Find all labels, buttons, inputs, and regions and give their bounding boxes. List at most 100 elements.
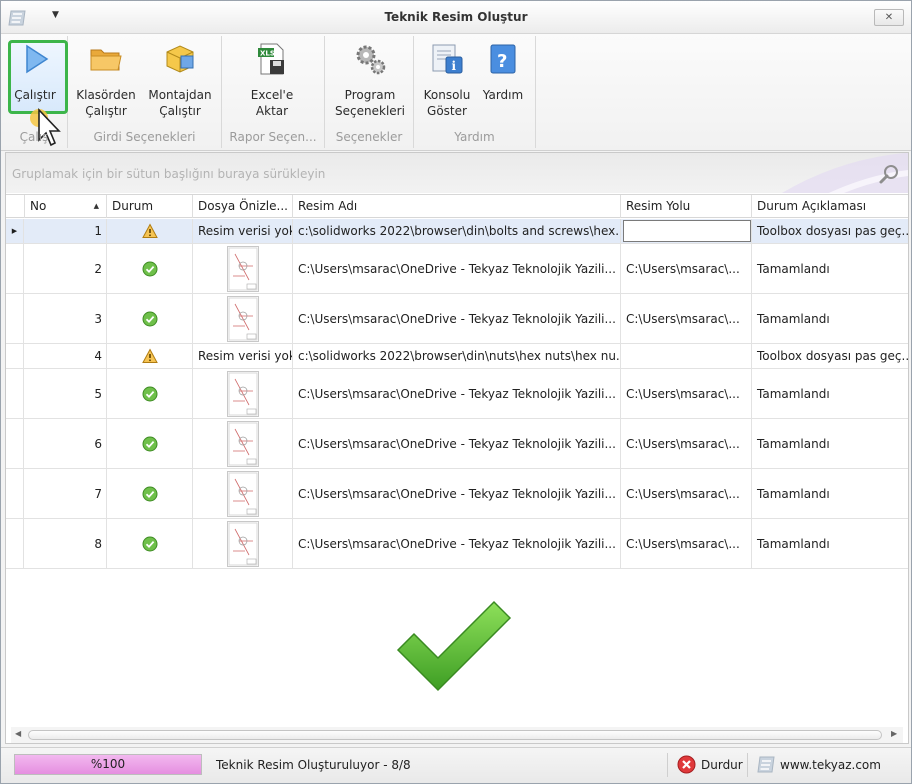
cell-drawing-name[interactable]: c:\solidworks 2022\browser\din\bolts and… (293, 219, 621, 243)
results-grid: Gruplamak için bir sütun başlığını buray… (5, 152, 909, 744)
row-indicator[interactable] (6, 244, 24, 293)
cell-status-description[interactable]: Tamamlandı (752, 419, 908, 468)
cell-status[interactable] (107, 369, 193, 418)
table-row[interactable]: 6 C:\Users\msarac\OneDrive - Tekyaz Tekno… (6, 419, 908, 469)
focused-cell-editor[interactable] (623, 220, 751, 242)
svg-text:XLS: XLS (260, 50, 275, 58)
cell-drawing-name[interactable]: C:\Users\msarac\OneDrive - Tekyaz Teknol… (293, 469, 621, 518)
cell-drawing-name[interactable]: c:\solidworks 2022\browser\din\nuts\hex … (293, 344, 621, 368)
title-bar: ▼ Teknik Resim Oluştur ✕ (1, 1, 911, 34)
drawing-thumbnail (226, 245, 259, 292)
cell-drawing-path[interactable]: C:\Users\msarac\... (621, 369, 752, 418)
cell-status-description[interactable]: Toolbox dosyası pas geç... (752, 344, 908, 368)
warning-icon (141, 223, 158, 238)
drawing-thumbnail (226, 420, 259, 467)
cell-status[interactable] (107, 244, 193, 293)
cell-status[interactable] (107, 344, 193, 368)
table-row[interactable]: 3 C:\Users\msarac\OneDrive - Tekyaz Tekno… (6, 294, 908, 344)
column-header-drawing-name[interactable]: Resim Adı (293, 195, 621, 218)
cell-drawing-name[interactable]: C:\Users\msarac\OneDrive - Tekyaz Teknol… (293, 369, 621, 418)
ribbon-group-label: Yardım (454, 130, 495, 144)
scrollbar-thumb[interactable] (28, 730, 882, 740)
row-indicator[interactable] (6, 469, 24, 518)
cell-no[interactable]: 3 (25, 294, 107, 343)
cell-status[interactable] (107, 469, 193, 518)
close-button[interactable]: ✕ (874, 9, 904, 26)
export-excel-button[interactable]: XLS Excel'e Aktar (236, 36, 308, 122)
cell-preview[interactable] (193, 469, 293, 518)
row-indicator[interactable] (6, 519, 24, 568)
column-header-status-description[interactable]: Durum Açıklaması (752, 195, 908, 218)
website-link[interactable]: www.tekyaz.com (780, 758, 881, 772)
cell-drawing-name[interactable]: C:\Users\msarac\OneDrive - Tekyaz Teknol… (293, 294, 621, 343)
cell-preview[interactable]: Resim verisi yok (193, 344, 293, 368)
row-indicator[interactable] (6, 294, 24, 343)
ribbon-group-label: Girdi Seçenekleri (93, 130, 196, 144)
column-header-preview[interactable]: Dosya Önizle... (193, 195, 293, 218)
help-icon: ? (490, 44, 516, 74)
cell-status-description[interactable]: Toolbox dosyası pas geç... (752, 219, 908, 243)
cell-preview[interactable]: Resim verisi yok (193, 219, 293, 243)
cell-no[interactable]: 5 (25, 369, 107, 418)
cell-drawing-path[interactable]: C:\Users\msarac\... (621, 294, 752, 343)
cell-drawing-name[interactable]: C:\Users\msarac\OneDrive - Tekyaz Teknol… (293, 244, 621, 293)
cell-status-description[interactable]: Tamamlandı (752, 294, 908, 343)
search-icon[interactable] (878, 163, 900, 185)
program-options-button[interactable]: Program Seçenekleri (329, 36, 411, 122)
stop-button[interactable]: Durdur (701, 758, 743, 772)
row-indicator[interactable] (6, 344, 24, 368)
success-check-icon (142, 386, 157, 401)
cell-drawing-name[interactable]: C:\Users\msarac\OneDrive - Tekyaz Teknol… (293, 519, 621, 568)
row-indicator[interactable] (6, 419, 24, 468)
cell-preview[interactable] (193, 419, 293, 468)
cell-drawing-path[interactable]: C:\Users\msarac\... (621, 469, 752, 518)
cell-preview[interactable] (193, 519, 293, 568)
cell-no[interactable]: 6 (25, 419, 107, 468)
cell-drawing-path[interactable] (621, 344, 752, 368)
cell-no[interactable]: 7 (25, 469, 107, 518)
cell-status-description[interactable]: Tamamlandı (752, 519, 908, 568)
cell-drawing-path[interactable]: C:\Users\msarac\... (621, 419, 752, 468)
app-window: ▼ Teknik Resim Oluştur ✕ Çalıştır Çalış (0, 0, 912, 784)
cell-preview[interactable] (193, 294, 293, 343)
group-by-panel[interactable]: Gruplamak için bir sütun başlığını buray… (6, 153, 908, 193)
row-indicator[interactable] (6, 369, 24, 418)
run-from-folder-button[interactable]: Klasörden Çalıştır (72, 36, 140, 122)
run-from-assembly-button[interactable]: Montajdan Çalıştır (144, 36, 216, 122)
table-row[interactable]: 5 C:\Users\msarac\OneDrive - Tekyaz Tekno… (6, 369, 908, 419)
cell-status[interactable] (107, 519, 193, 568)
table-row[interactable]: 4 Resim verisi yok c:\solidworks 2022\brow… (6, 344, 908, 369)
cell-no[interactable]: 8 (25, 519, 107, 568)
ribbon: Çalıştır Çalış Klasörden Çalıştır Montaj… (1, 34, 911, 151)
horizontal-scrollbar[interactable]: ◀ ▶ (11, 727, 903, 743)
cell-status-description[interactable]: Tamamlandı (752, 469, 908, 518)
table-row[interactable]: 7 C:\Users\msarac\OneDrive - Tekyaz Tekno… (6, 469, 908, 519)
cell-status[interactable] (107, 294, 193, 343)
column-header-no[interactable]: No ▲ (25, 195, 107, 218)
table-row[interactable]: ▶ 1 Resim verisi yok c:\solidworks 2022\bro… (6, 219, 908, 244)
cell-status[interactable] (107, 219, 193, 243)
cell-preview[interactable] (193, 244, 293, 293)
cell-no[interactable]: 4 (25, 344, 107, 368)
column-header-status[interactable]: Durum (107, 195, 193, 218)
cell-no[interactable]: 2 (25, 244, 107, 293)
scroll-right-icon[interactable]: ▶ (891, 729, 897, 738)
row-indicator[interactable]: ▶ (6, 219, 24, 243)
table-row[interactable]: 8 C:\Users\msarac\OneDrive - Tekyaz Tekno… (6, 519, 908, 569)
table-row[interactable]: 2 C:\Users\msarac\OneDrive - Tekyaz Tekno… (6, 244, 908, 294)
grid-header: No ▲ Durum Dosya Önizle... Resim Adı Res… (6, 194, 908, 218)
help-button[interactable]: ? Yardım (476, 36, 530, 122)
cell-drawing-path[interactable]: C:\Users\msarac\... (621, 519, 752, 568)
cell-drawing-name[interactable]: C:\Users\msarac\OneDrive - Tekyaz Teknol… (293, 419, 621, 468)
cell-drawing-path[interactable]: C:\Users\msarac\... (621, 244, 752, 293)
cell-status-description[interactable]: Tamamlandı (752, 244, 908, 293)
cell-status[interactable] (107, 419, 193, 468)
cell-preview[interactable] (193, 369, 293, 418)
ribbon-group-help: i Konsolu Göster ? Yardım Yardım (414, 36, 536, 148)
scroll-left-icon[interactable]: ◀ (15, 729, 21, 738)
column-header-drawing-path[interactable]: Resim Yolu (621, 195, 752, 218)
cell-no[interactable]: 1 (25, 219, 107, 243)
show-console-button[interactable]: i Konsolu Göster (418, 36, 476, 122)
stop-icon[interactable] (677, 755, 696, 774)
cell-status-description[interactable]: Tamamlandı (752, 369, 908, 418)
